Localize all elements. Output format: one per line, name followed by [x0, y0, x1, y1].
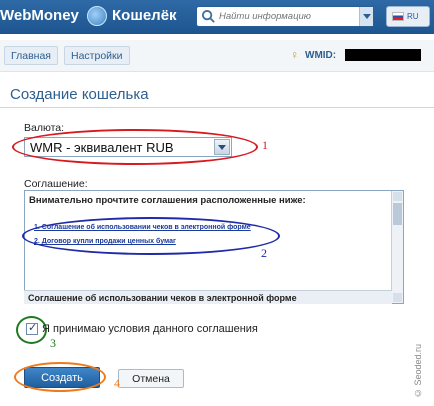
product-title: Кошелёк: [112, 7, 177, 24]
agreement-scrollbar[interactable]: [391, 191, 403, 303]
annotation-ellipse-2: [22, 217, 280, 255]
scroll-thumb[interactable]: [393, 203, 402, 225]
search-box[interactable]: [196, 6, 374, 27]
search-icon: [201, 9, 215, 23]
scroll-up-icon[interactable]: [393, 192, 402, 201]
annotation-ellipse-1: [12, 129, 258, 165]
annotation-number-4: 4: [114, 376, 120, 390]
annotation-number-1: 1: [262, 138, 268, 152]
tab-home[interactable]: Главная: [4, 46, 58, 65]
cancel-button[interactable]: Отмена: [118, 369, 184, 388]
language-code: RU: [407, 12, 419, 21]
annotation-ellipse-4: [14, 362, 106, 392]
nav-bar: Главная Настройки ♀ WMID:: [0, 40, 434, 72]
webmoney-logo[interactable]: WebMoney: [0, 7, 79, 24]
tab-settings[interactable]: Настройки: [64, 46, 130, 65]
scroll-down-icon[interactable]: [393, 293, 402, 302]
russia-flag-icon: [392, 12, 404, 21]
key-icon: ♀: [290, 48, 299, 62]
search-dropdown-button[interactable]: [359, 7, 373, 26]
page-title: Создание кошелька: [10, 86, 149, 103]
top-bar: WebMoney Кошелёк RU: [0, 0, 434, 34]
watermark: © Seoded.ru: [413, 343, 423, 398]
wmid-label: WMID:: [305, 50, 337, 61]
wmid-value-redacted: [345, 49, 421, 61]
agreement-footer: Соглашение об использовании чеков в элек…: [24, 290, 392, 304]
agreement-label: Соглашение:: [24, 178, 88, 190]
annotation-number-3: 3: [50, 336, 56, 350]
search-input[interactable]: [219, 8, 359, 25]
annotation-number-2: 2: [261, 246, 267, 260]
language-selector[interactable]: RU: [386, 6, 430, 27]
divider: [0, 107, 434, 108]
accept-label: Я принимаю условия данного соглашения: [42, 323, 258, 335]
globe-icon: [87, 6, 107, 26]
agreement-heading: Внимательно прочтите соглашения располож…: [29, 195, 306, 206]
